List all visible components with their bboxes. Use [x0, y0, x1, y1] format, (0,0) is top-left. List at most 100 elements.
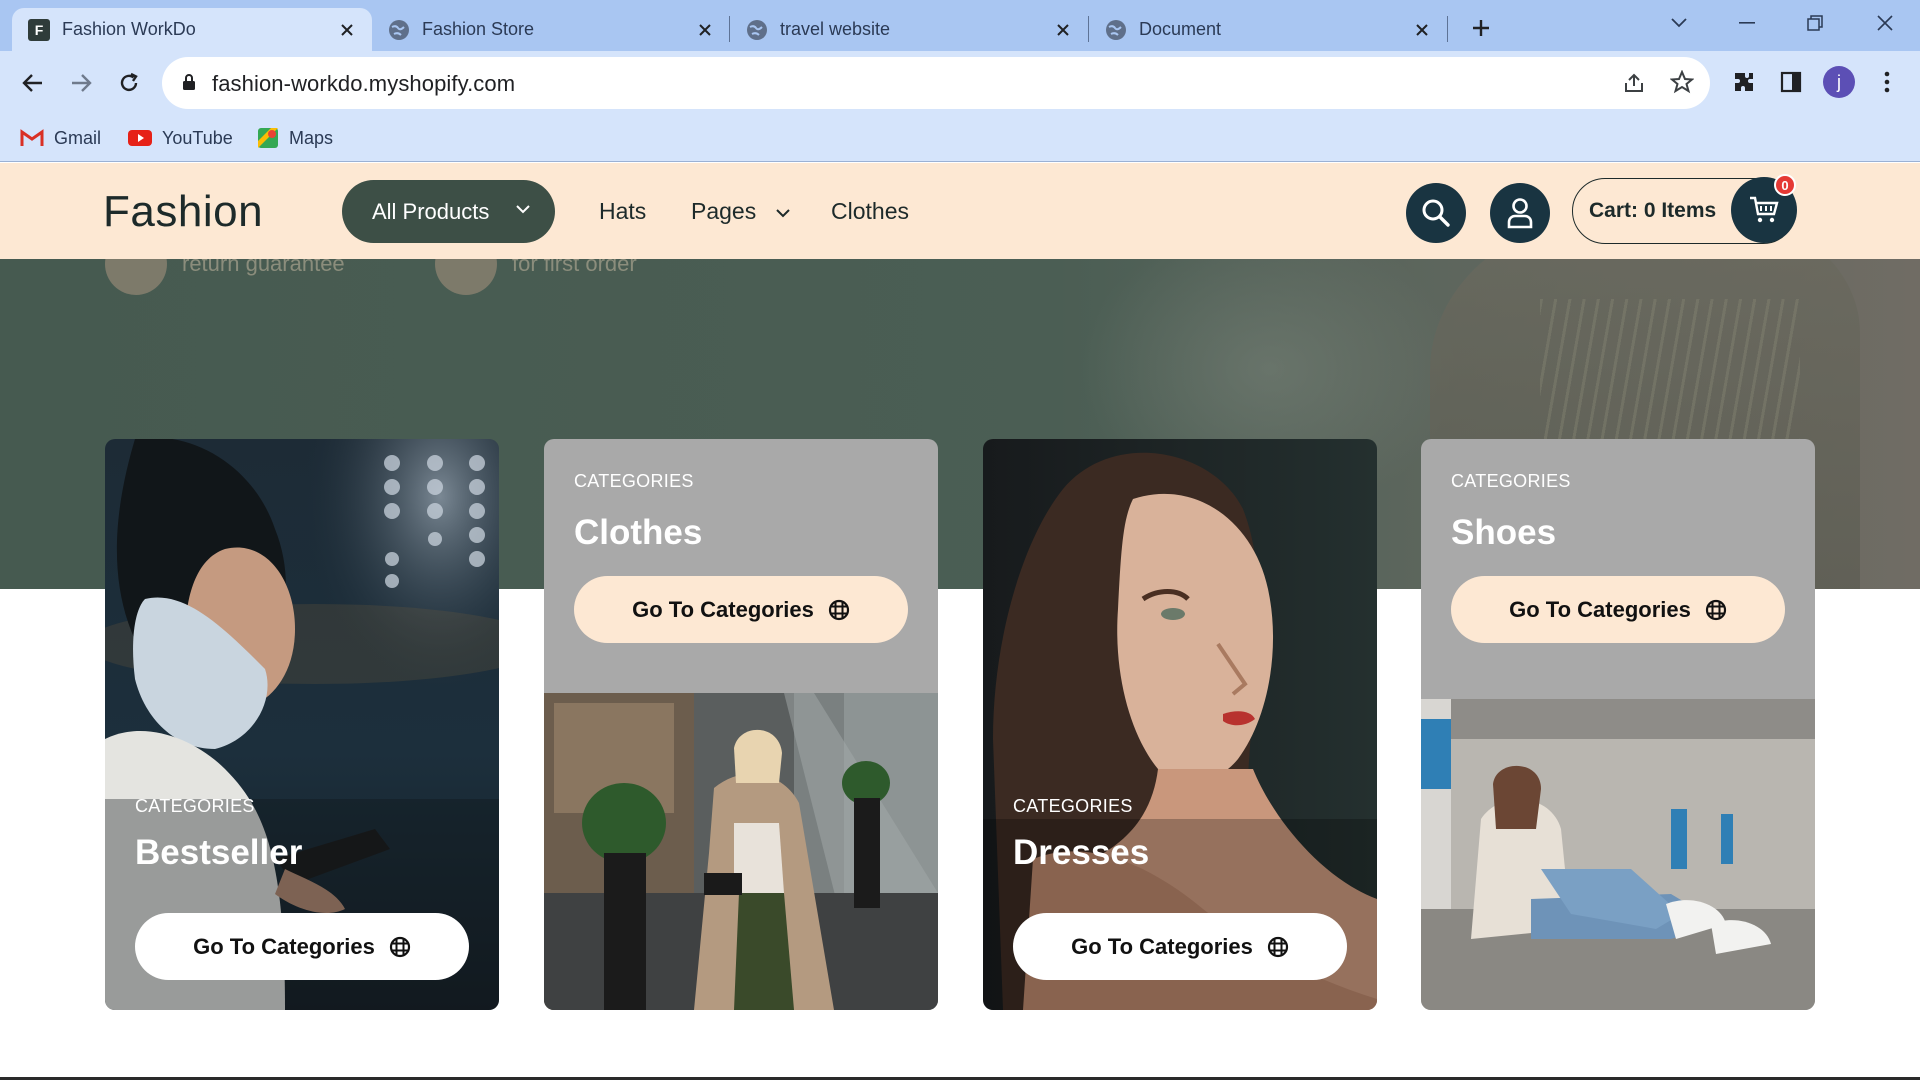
clothes-photo [544, 693, 938, 1010]
category-title: Bestseller [135, 833, 303, 872]
bookmark-label: Gmail [54, 127, 102, 148]
bookmark-label: Maps [289, 127, 334, 148]
back-button[interactable] [14, 64, 52, 102]
forward-button[interactable] [62, 64, 100, 102]
close-window-button[interactable] [1862, 6, 1908, 40]
close-tab-icon[interactable] [694, 19, 716, 41]
tab-fashion-workdo[interactable]: F Fashion WorkDo [12, 8, 372, 51]
url-text[interactable]: fashion-workdo.myshopify.com [212, 71, 515, 97]
close-icon [1877, 15, 1893, 31]
gmail-icon [20, 129, 44, 146]
go-button-label: Go To Categories [1071, 933, 1253, 959]
grid-circle-icon [389, 936, 410, 957]
reload-icon [120, 72, 138, 92]
category-label: CATEGORIES [1013, 796, 1133, 816]
nav-link-clothes[interactable]: Clothes [831, 198, 909, 225]
close-tab-icon[interactable] [1052, 19, 1074, 41]
reload-button[interactable] [110, 64, 148, 102]
category-label: CATEGORIES [1451, 471, 1571, 491]
plus-icon [1473, 20, 1489, 36]
lock-icon[interactable] [182, 73, 196, 91]
globe-icon [389, 19, 409, 40]
globe-icon [1106, 19, 1126, 40]
tab-search-button[interactable] [1656, 6, 1702, 40]
go-button-label: Go To Categories [1509, 596, 1691, 622]
go-to-categories-button[interactable]: Go To Categories [574, 576, 908, 643]
user-icon [1507, 198, 1533, 229]
minimize-icon [1739, 22, 1755, 24]
grid-circle-icon [828, 599, 849, 620]
all-products-label: All Products [372, 198, 490, 224]
restore-button[interactable] [1792, 6, 1838, 40]
browser-menu-button[interactable] [1870, 65, 1904, 99]
search-button[interactable] [1406, 183, 1466, 243]
category-card-shoes: CATEGORIES Shoes Go To Categories [1421, 439, 1815, 1010]
chevron-down-icon [516, 205, 530, 214]
globe-icon [747, 19, 767, 40]
avatar: j [1823, 66, 1855, 98]
grid-circle-icon [1267, 936, 1288, 957]
browser-toolbar: fashion-workdo.myshopify.com j [0, 51, 1920, 114]
profile-button[interactable]: j [1822, 65, 1856, 99]
extensions-button[interactable] [1727, 65, 1761, 99]
grid-circle-icon [1705, 599, 1726, 620]
bookmark-youtube[interactable]: YouTube [128, 123, 233, 153]
category-card-clothes: CATEGORIES Clothes Go To Categories [544, 439, 938, 1010]
bookmark-gmail[interactable]: Gmail [20, 123, 101, 153]
bookmark-star-icon[interactable] [1670, 70, 1694, 94]
go-to-categories-button[interactable]: Go To Categories [1451, 576, 1785, 643]
chevron-down-icon [1671, 18, 1687, 28]
bookmarks-bar: Gmail YouTube Maps [0, 114, 1920, 162]
guarantee-icon [105, 259, 167, 295]
shopping-cart-icon [1750, 196, 1779, 223]
tab-title: Document [1139, 19, 1222, 39]
chevron-down-icon [775, 209, 790, 218]
cart-count-badge: 0 [1774, 174, 1796, 196]
arrow-right-icon [72, 74, 92, 92]
arrow-left-icon [22, 74, 42, 92]
hero-feature-text: for first order [512, 259, 637, 276]
go-to-categories-button[interactable]: Go To Categories [135, 913, 469, 980]
nav-link-label: Pages [691, 198, 757, 224]
all-products-button[interactable]: All Products [342, 180, 555, 243]
minimize-button[interactable] [1724, 6, 1770, 40]
tab-title: Fashion Store [422, 19, 535, 39]
go-to-categories-button[interactable]: Go To Categories [1013, 913, 1347, 980]
category-title: Dresses [1013, 833, 1150, 872]
category-card-bestseller: CATEGORIES Bestseller Go To Categories [105, 439, 499, 1010]
address-bar[interactable]: fashion-workdo.myshopify.com [162, 57, 1710, 109]
side-panel-icon [1780, 71, 1802, 93]
browser-tab-strip: F Fashion WorkDo Fashion Store travel we… [0, 0, 1920, 51]
category-title: Shoes [1451, 513, 1557, 552]
tab-travel-website[interactable]: travel website [730, 8, 1088, 51]
bookmark-maps[interactable]: Maps [257, 123, 333, 153]
tab-title: Fashion WorkDo [62, 19, 196, 39]
cart-button[interactable]: Cart: 0 Items [1572, 177, 1797, 244]
hero-feature-text: return guarantee [182, 259, 345, 276]
restore-icon [1807, 15, 1823, 31]
tab-title: travel website [780, 19, 891, 39]
shoes-photo [1421, 699, 1815, 1010]
share-icon[interactable] [1622, 71, 1646, 95]
bookmark-label: YouTube [162, 127, 233, 148]
site-logo[interactable]: Fashion [103, 187, 263, 237]
close-tab-icon[interactable] [1411, 19, 1433, 41]
more-vertical-icon [1884, 71, 1890, 93]
discount-icon [435, 259, 497, 295]
category-card-dresses: CATEGORIES Dresses Go To Categories [983, 439, 1377, 1010]
fashion-favicon-icon: F [28, 18, 50, 41]
new-tab-button[interactable] [1466, 13, 1496, 43]
tab-document[interactable]: Document [1089, 8, 1447, 51]
tab-fashion-store[interactable]: Fashion Store [372, 8, 730, 51]
nav-link-hats[interactable]: Hats [599, 198, 646, 225]
category-label: CATEGORIES [574, 471, 694, 491]
category-label: CATEGORIES [135, 796, 255, 816]
account-button[interactable] [1490, 183, 1550, 243]
search-icon [1422, 199, 1450, 227]
tab-separator [1447, 16, 1448, 42]
side-panel-button[interactable] [1774, 65, 1808, 99]
cart-label: Cart: 0 Items [1589, 199, 1717, 222]
nav-link-pages[interactable]: Pages [691, 198, 791, 225]
close-tab-icon[interactable] [336, 19, 358, 41]
youtube-icon [128, 130, 152, 146]
